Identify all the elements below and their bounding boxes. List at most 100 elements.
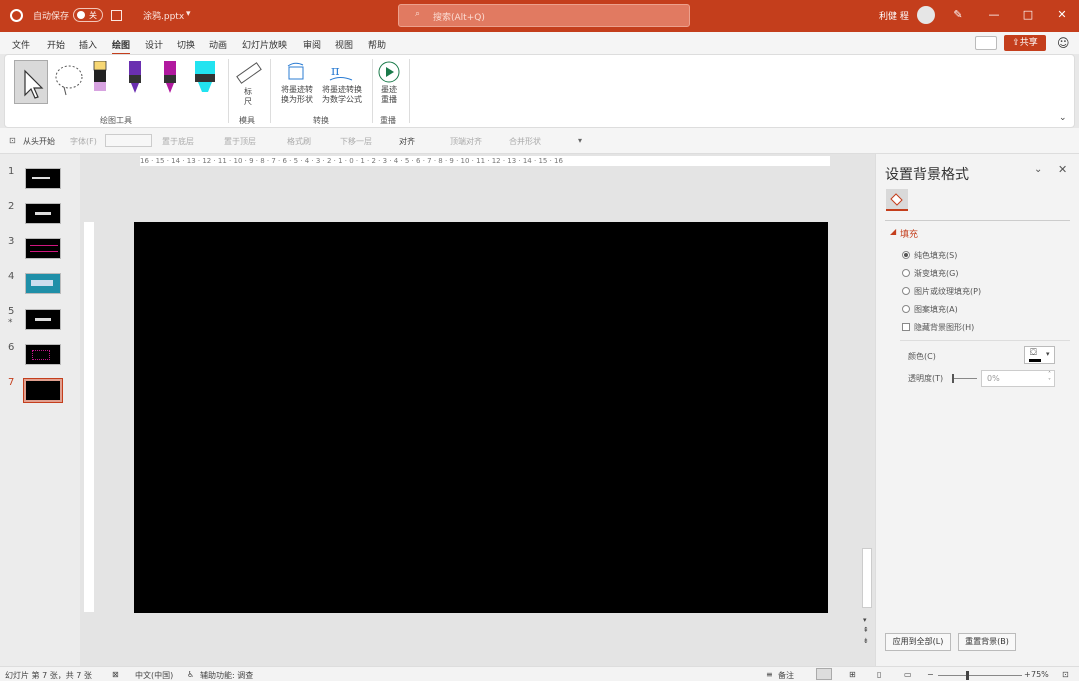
slide-thumbnail[interactable] — [25, 238, 61, 259]
fit-to-window-icon[interactable]: ⊡ — [1062, 670, 1069, 679]
transparency-slider[interactable] — [952, 374, 977, 383]
language-status[interactable]: 中文(中国) — [135, 670, 173, 681]
slide-thumbnail[interactable] — [25, 309, 61, 330]
collapse-ribbon-icon[interactable]: ⌄ — [1059, 113, 1067, 123]
spellcheck-icon[interactable]: ⊠ — [112, 670, 119, 679]
reading-view-icon[interactable]: ▯ — [877, 670, 881, 679]
highlighter-cyan-icon[interactable] — [194, 61, 218, 95]
lasso-select-icon[interactable] — [52, 63, 86, 97]
user-name[interactable]: 利健 程 — [879, 9, 909, 22]
slide-number: 1 — [8, 166, 15, 177]
tab-transitions[interactable]: 切换 — [177, 38, 195, 51]
feedback-icon[interactable]: ☺ — [1057, 36, 1070, 50]
tab-draw[interactable]: 绘图 — [112, 38, 131, 55]
spinner-icon[interactable]: ˄ ˅ — [1048, 371, 1051, 385]
align-button[interactable]: 对齐 — [399, 136, 415, 147]
pattern-fill-radio[interactable] — [902, 305, 910, 313]
tab-design[interactable]: 设计 — [145, 38, 163, 51]
next-slide-icon[interactable]: ⇟ — [863, 637, 869, 645]
pen-yellow-icon[interactable] — [91, 61, 109, 95]
accessibility-status[interactable]: 辅助功能: 调查 — [200, 670, 253, 681]
ink-to-math-button[interactable]: 将墨迹转换 为数学公式 — [318, 85, 366, 105]
transparency-input[interactable]: 0% ˄ ˅ — [981, 370, 1055, 387]
fill-section-header[interactable]: 填充 — [900, 227, 918, 240]
prev-slide-icon[interactable]: ⇞ — [863, 626, 869, 634]
tab-file[interactable]: 文件 — [12, 38, 30, 51]
reset-background-button[interactable]: 重置背景(B) — [958, 633, 1016, 651]
avatar[interactable] — [917, 6, 935, 24]
solid-fill-radio[interactable] — [902, 251, 910, 259]
pane-close-icon[interactable]: ✕ — [1058, 163, 1067, 176]
slide-thumbnail-selected[interactable] — [24, 379, 62, 402]
comments-icon[interactable] — [975, 36, 997, 50]
normal-view-icon[interactable] — [816, 668, 832, 680]
customize-toolbar-icon[interactable]: ▾ — [578, 136, 582, 145]
zoom-level[interactable]: 75% — [1031, 670, 1049, 679]
autosave-toggle[interactable]: 关 — [73, 8, 103, 22]
slide-thumbnail[interactable] — [25, 203, 61, 224]
ruler-button[interactable]: 标尺 — [241, 87, 255, 107]
zoom-slider[interactable] — [938, 671, 1022, 680]
filename-chevron-icon[interactable]: ▾ — [186, 9, 191, 19]
notes-button[interactable]: 备注 — [778, 670, 794, 681]
slide-number: 7 — [8, 377, 15, 388]
font-select[interactable] — [105, 134, 152, 147]
fill-collapse-icon[interactable]: ◢ — [890, 227, 896, 236]
apply-to-all-button[interactable]: 应用到全部(L) — [885, 633, 951, 651]
close-icon[interactable]: ✕ — [1054, 7, 1070, 23]
slide-thumbnail[interactable] — [25, 168, 61, 189]
bring-to-front-button[interactable]: 置于顶层 — [224, 136, 256, 147]
minimize-icon[interactable]: — — [986, 7, 1002, 23]
share-button[interactable]: ⇪共享 — [1004, 35, 1046, 51]
color-picker-button[interactable]: ⛋ ▾ — [1024, 346, 1055, 364]
slide-thumbnail[interactable] — [25, 344, 61, 365]
tab-review[interactable]: 审阅 — [303, 38, 321, 51]
slide-sorter-icon[interactable]: ⊞ — [849, 670, 856, 679]
ink-replay-button[interactable]: 墨迹 重播 — [378, 85, 400, 105]
slide-star-icon: * — [8, 318, 13, 328]
divider — [409, 59, 410, 123]
slide-thumbnail[interactable] — [25, 273, 61, 294]
tab-help[interactable]: 帮助 — [368, 38, 386, 51]
ink-to-shape-button[interactable]: 将墨迹转 换为形状 — [275, 85, 319, 105]
pane-options-icon[interactable]: ⌄ — [1034, 164, 1042, 175]
pen-icon[interactable]: ✎ — [950, 7, 966, 23]
scroll-down-icon[interactable]: ▾ — [863, 616, 867, 624]
move-down-button[interactable]: 下移一层 — [340, 136, 372, 147]
pen-magenta-icon[interactable] — [161, 61, 179, 95]
save-icon[interactable] — [111, 10, 122, 21]
hide-background-checkbox[interactable] — [902, 323, 910, 331]
gradient-fill-radio[interactable] — [902, 269, 910, 277]
font-label: 字体(F) — [70, 137, 97, 146]
from-start-button[interactable]: 从头开始 — [23, 136, 55, 147]
tab-view[interactable]: 视图 — [335, 38, 353, 51]
picture-fill-radio[interactable] — [902, 287, 910, 295]
select-tool-button[interactable] — [14, 60, 48, 104]
divider — [228, 59, 229, 123]
status-bar: 幻灯片 第 7 张，共 7 张 ⊠ 中文(中国) ♿ 辅助功能: 调查 ≡ 备注… — [0, 666, 1079, 681]
top-align-button[interactable]: 顶端对齐 — [450, 136, 482, 147]
tab-home[interactable]: 开始 — [47, 38, 65, 51]
format-painter-button[interactable]: 格式刷 — [287, 136, 311, 147]
accessibility-icon: ♿ — [187, 670, 195, 679]
slide-canvas[interactable] — [134, 222, 828, 613]
pen-purple-icon[interactable] — [126, 61, 144, 95]
tab-animations[interactable]: 动画 — [209, 38, 227, 51]
slide-number: 2 — [8, 201, 15, 212]
tab-insert[interactable]: 插入 — [79, 38, 97, 51]
maximize-icon[interactable]: □ — [1020, 7, 1036, 23]
search-box[interactable]: ⌕ 搜索(Alt+Q) — [398, 4, 690, 27]
fill-tab-icon[interactable] — [886, 189, 908, 211]
zoom-in-icon[interactable]: + — [1024, 670, 1031, 679]
merge-shapes-button[interactable]: 合并形状 — [509, 136, 541, 147]
tab-slideshow[interactable]: 幻灯片放映 — [242, 38, 287, 51]
slideshow-view-icon[interactable]: ▭ — [904, 670, 912, 679]
picture-fill-label: 图片或纹理填充(P) — [914, 287, 982, 296]
ink-replay-icon — [378, 61, 400, 83]
group-drawing-tools: 绘图工具 — [100, 116, 132, 125]
vertical-scrollbar[interactable]: ▾ ⇞ ⇟ — [861, 166, 873, 648]
zoom-out-icon[interactable]: − — [927, 670, 934, 679]
send-to-back-button[interactable]: 置于底层 — [162, 136, 194, 147]
slide-count: 幻灯片 第 7 张，共 7 张 — [5, 671, 92, 680]
filename[interactable]: 涂鸦.pptx — [143, 9, 184, 22]
